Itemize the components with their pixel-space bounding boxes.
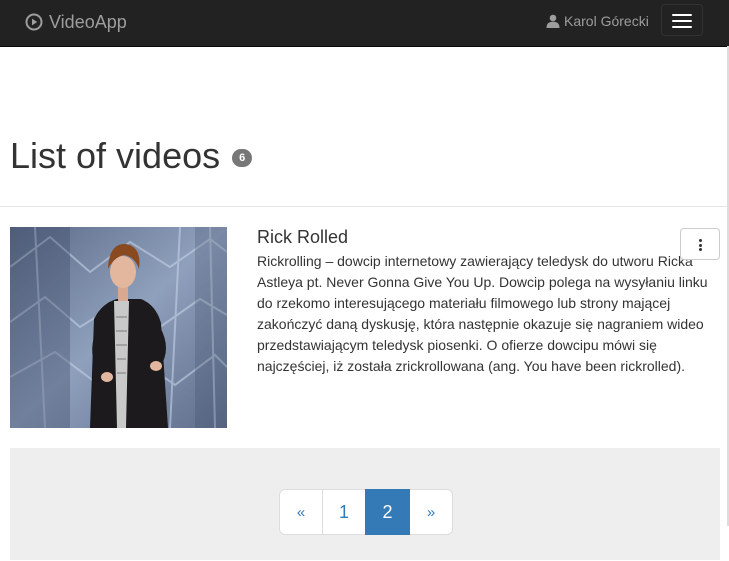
hamburger-bar bbox=[672, 20, 692, 22]
page-header: List of videos 6 bbox=[10, 134, 253, 178]
pagination-prev[interactable]: « bbox=[279, 489, 323, 535]
user-icon bbox=[546, 14, 560, 28]
hamburger-bar bbox=[672, 14, 692, 16]
video-options-button[interactable] bbox=[680, 228, 720, 260]
pagination-next[interactable]: » bbox=[409, 489, 453, 535]
user-menu[interactable]: Karol Górecki bbox=[546, 12, 649, 30]
brand-link[interactable]: VideoApp bbox=[25, 11, 127, 33]
pagination-page-2[interactable]: 2 bbox=[365, 489, 410, 535]
hamburger-bar bbox=[672, 26, 692, 28]
pagination-page-1[interactable]: 1 bbox=[322, 489, 366, 535]
top-navbar: VideoApp Karol Górecki bbox=[0, 0, 729, 47]
header-divider bbox=[0, 206, 727, 207]
video-title[interactable]: Rick Rolled bbox=[257, 226, 348, 248]
user-name: Karol Górecki bbox=[564, 13, 649, 29]
video-thumbnail[interactable] bbox=[10, 227, 227, 428]
brand-label: VideoApp bbox=[49, 11, 127, 32]
kebab-dot bbox=[699, 243, 702, 247]
kebab-dot bbox=[699, 248, 702, 251]
video-description: Rickrolling – dowcip internetowy zawiera… bbox=[257, 253, 708, 374]
play-circle-icon bbox=[25, 13, 43, 31]
navbar-toggle-button[interactable] bbox=[661, 4, 703, 36]
page-title: List of videos bbox=[10, 135, 221, 176]
video-thumbnail-image bbox=[10, 227, 227, 428]
pagination: « 1 2 » bbox=[279, 489, 453, 535]
kebab-dot bbox=[699, 239, 702, 242]
video-count-badge: 6 bbox=[232, 149, 253, 167]
